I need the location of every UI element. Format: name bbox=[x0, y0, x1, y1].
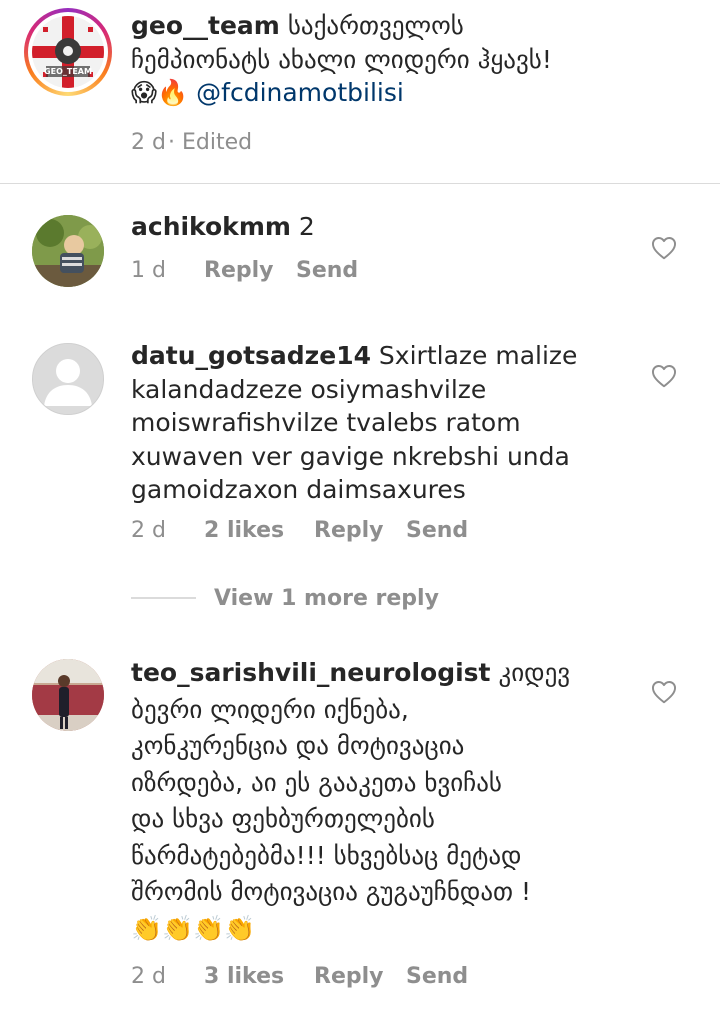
comment-body-line: xuwaven ver gavige nkrebshi unda bbox=[131, 441, 570, 471]
comment-body-line: კონკურენცია და მოტივაცია bbox=[131, 731, 465, 760]
caption-username[interactable]: geo__team bbox=[131, 11, 280, 40]
reply-button[interactable]: Reply bbox=[314, 964, 384, 989]
comment-body-line: შრომის მოტივაცია გუგაუჩნდათ ! bbox=[131, 877, 532, 906]
comment-body-line: moiswrafishvilze tvalebs ratom bbox=[131, 408, 521, 437]
comment-text: datu_gotsadze14 Sxirtlaze malize kalanda… bbox=[131, 339, 631, 507]
comment-meta: 2 d 2 likes Reply Send bbox=[131, 518, 531, 546]
comment-text: teo_sarishvili_neurologist კიდევ ბევრი ლ… bbox=[131, 656, 651, 945]
send-button[interactable]: Send bbox=[406, 518, 468, 543]
comment-avatar[interactable] bbox=[32, 343, 104, 415]
comment-text: achikokmm 2 bbox=[131, 210, 631, 244]
comment-username[interactable]: teo_sarishvili_neurologist bbox=[131, 658, 491, 687]
likes-count[interactable]: 3 likes bbox=[204, 964, 284, 989]
comment-avatar[interactable] bbox=[32, 215, 104, 287]
comment-body-line: იზრდება, აი ეს გააკეთა ხვიჩას bbox=[131, 767, 502, 797]
reply-button[interactable]: Reply bbox=[314, 518, 384, 543]
comment-body: 2 bbox=[290, 212, 315, 241]
caption-line-2: ჩემპიონატს ახალი ლიდერი ჰყავს! bbox=[131, 44, 552, 74]
comment-time: 2 d bbox=[131, 964, 166, 989]
view-more-replies-button[interactable]: View 1 more reply bbox=[214, 586, 439, 611]
comment-avatar[interactable] bbox=[32, 659, 104, 731]
reply-button[interactable]: Reply bbox=[204, 258, 274, 283]
comment-body-line: kalandadzeze osiymashvilze bbox=[131, 374, 487, 404]
comment-meta: 2 d 3 likes Reply Send bbox=[131, 964, 531, 992]
caption-text: geo__team საქართველოს ჩემპიონატს ახალი ლ… bbox=[131, 9, 691, 110]
caption-edited-label: · Edited bbox=[168, 130, 253, 155]
comment-time: 1 d bbox=[131, 258, 166, 283]
caption-mention-link[interactable]: @fcdinamotbilisi bbox=[196, 78, 404, 107]
like-heart-icon[interactable] bbox=[651, 680, 677, 704]
view-replies-line bbox=[131, 597, 196, 599]
caption-time: 2 d bbox=[131, 130, 166, 155]
comment-body-line: წარმატებებმა!!! სხვებსაც მეტად bbox=[131, 840, 522, 870]
caption-meta: 2 d · Edited bbox=[131, 130, 331, 158]
caption-avatar-logo-text: GEO_TEAM bbox=[44, 67, 92, 76]
caption-avatar: GEO_TEAM bbox=[32, 16, 104, 88]
comment-body-line: Sxirtlaze malize bbox=[370, 341, 578, 370]
caption-divider bbox=[0, 183, 720, 184]
send-button[interactable]: Send bbox=[406, 964, 468, 989]
comment-body-line: gamoidzaxon daimsaxures bbox=[131, 475, 466, 504]
caption-line-1: საქართველოს bbox=[287, 11, 464, 40]
like-heart-icon[interactable] bbox=[651, 236, 677, 260]
caption-avatar-story-ring[interactable]: GEO_TEAM bbox=[24, 8, 112, 96]
like-heart-icon[interactable] bbox=[651, 364, 677, 388]
default-avatar-icon bbox=[33, 344, 103, 414]
comment-username[interactable]: achikokmm bbox=[131, 212, 291, 241]
comment-username[interactable]: datu_gotsadze14 bbox=[131, 341, 371, 370]
comment-time: 2 d bbox=[131, 518, 166, 543]
comment-meta: 1 d Reply Send bbox=[131, 258, 431, 286]
send-button[interactable]: Send bbox=[296, 258, 358, 283]
comment-emojis: 👏👏👏👏 bbox=[131, 913, 256, 943]
likes-count[interactable]: 2 likes bbox=[204, 518, 284, 543]
comment-body-line: და სხვა ფეხბურთელების bbox=[131, 804, 435, 833]
caption-emojis: 😱🔥 bbox=[131, 78, 189, 107]
comment-body-line: ბევრი ლიდერი იქნება, bbox=[131, 694, 409, 724]
comment-body-line: კიდევ bbox=[490, 658, 571, 687]
